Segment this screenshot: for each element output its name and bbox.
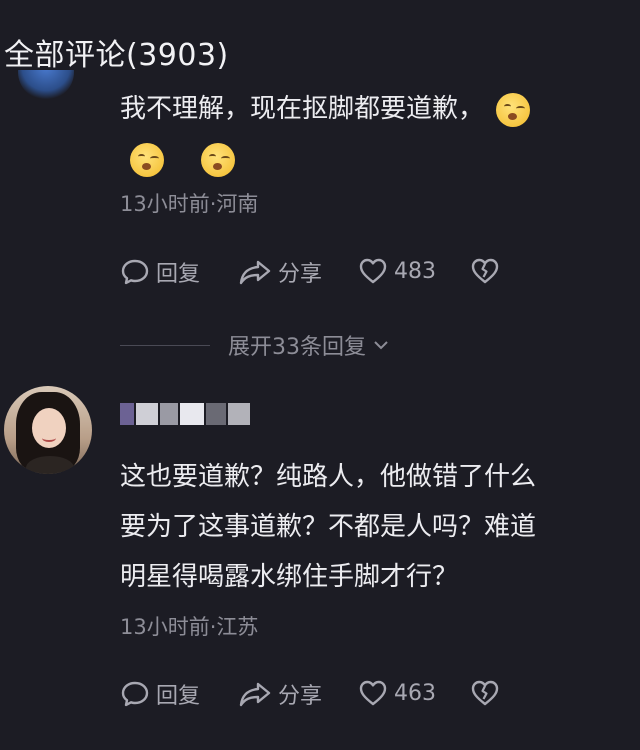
reply-button[interactable]: 回复 — [120, 256, 200, 288]
username-blurred[interactable] — [120, 403, 250, 431]
comment-text: 这也要道歉？纯路人，他做错了什么 要为了这事道歉？不都是人吗？难道 明星得喝露水… — [120, 452, 536, 602]
share-button[interactable]: 分享 — [238, 256, 322, 288]
emoji-row — [126, 134, 239, 184]
share-button[interactable]: 分享 — [238, 678, 322, 710]
comment-text-line: 我不理解，现在抠脚都要道歉， — [120, 94, 485, 124]
sleepy-emoji-icon — [130, 142, 164, 177]
share-label: 分享 — [278, 684, 323, 709]
sleepy-emoji-icon — [200, 142, 235, 177]
dislike-button[interactable] — [470, 256, 500, 286]
dislike-button[interactable] — [470, 678, 500, 708]
like-button[interactable]: 463 — [358, 678, 436, 708]
reply-button[interactable]: 回复 — [120, 678, 200, 710]
like-button[interactable]: 483 — [358, 256, 436, 286]
heart-icon — [359, 680, 387, 706]
page-title: 全部评论(3903) — [4, 38, 229, 73]
comment-text: 我不理解，现在抠脚都要道歉， — [120, 84, 534, 134]
like-count: 483 — [394, 258, 436, 284]
divider — [120, 344, 210, 346]
comment-text-line: 要为了这事道歉？不都是人吗？难道 — [120, 512, 537, 542]
avatar[interactable] — [18, 70, 74, 100]
reply-label: 回复 — [156, 684, 201, 709]
like-count: 463 — [394, 680, 436, 706]
heart-icon — [359, 258, 387, 284]
avatar[interactable] — [4, 386, 92, 474]
sleepy-emoji-icon — [496, 92, 531, 127]
comment-bubble-icon — [121, 681, 149, 707]
broken-heart-icon — [471, 680, 499, 706]
comment-meta: 13小时前·河南 — [120, 192, 259, 216]
reply-label: 回复 — [156, 262, 201, 287]
comment-text-line: 明星得喝露水绑住手脚才行？ — [120, 562, 459, 592]
comments-header: 全部评论(3903) — [0, 0, 640, 80]
expand-replies[interactable]: 展开33条回复 — [120, 325, 392, 365]
share-label: 分享 — [278, 262, 323, 287]
chevron-down-icon — [374, 341, 388, 350]
comment-text-line: 这也要道歉？纯路人，他做错了什么 — [120, 462, 537, 492]
expand-replies-label: 展开33条回复 — [228, 335, 366, 360]
comment-bubble-icon — [121, 259, 149, 285]
comment-meta: 13小时前·江苏 — [120, 615, 259, 639]
share-arrow-icon — [239, 260, 271, 285]
broken-heart-icon — [471, 258, 499, 284]
share-arrow-icon — [239, 682, 271, 707]
